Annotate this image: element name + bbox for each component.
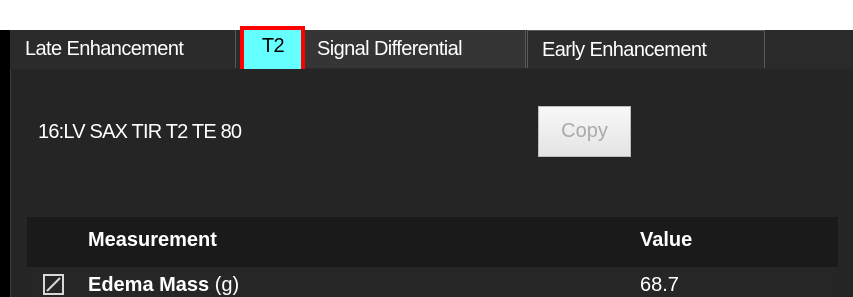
column-header-value[interactable]: Value [640,217,692,267]
tab-signal-differential[interactable]: Signal Differential [304,30,526,68]
tab-late-enhancement[interactable]: Late Enhancement [10,30,236,68]
tab-t2[interactable]: T2 [240,26,305,73]
measurement-name-cell: Edema Mass (g) [88,272,239,297]
measurement-value[interactable]: 68.7 [640,272,679,297]
measurement-window: Late Enhancement Signal Differential Ear… [0,0,853,297]
measurement-unit: (g) [214,274,240,296]
measurement-name: Edema Mass [88,274,210,296]
tab-early-enhancement[interactable]: Early Enhancement [527,30,765,68]
column-header-measurement[interactable]: Measurement [88,217,217,267]
copy-button[interactable]: Copy [538,106,631,157]
include-checkbox[interactable] [43,274,64,295]
window-top-margin [0,0,853,30]
series-label: 16:LV SAX TIR T2 TE 80 [38,121,242,143]
check-mark-icon [46,277,61,292]
